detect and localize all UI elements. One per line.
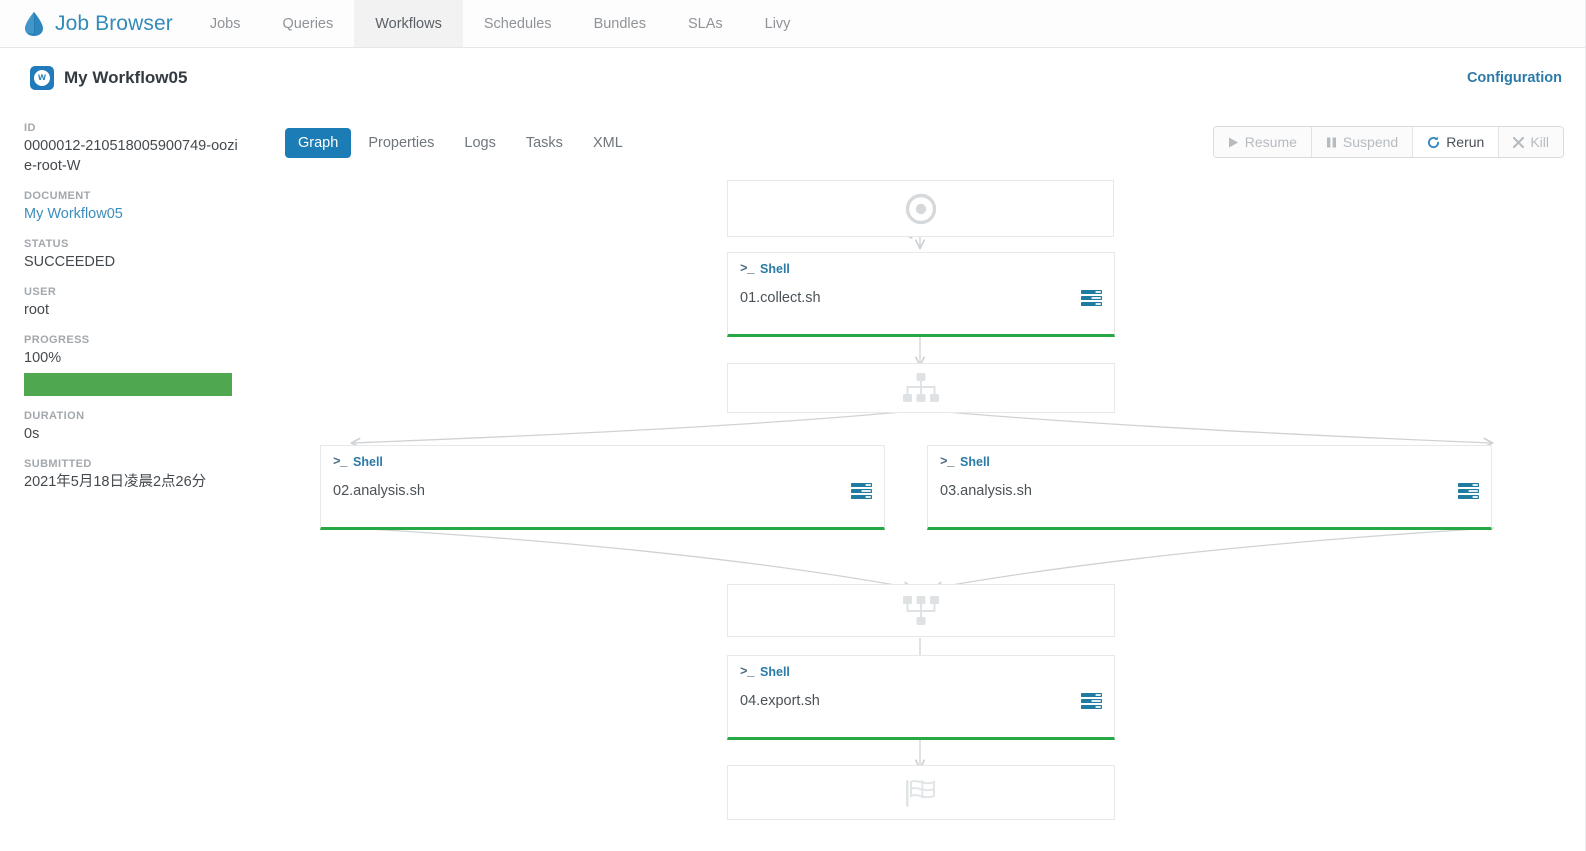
terminal-prompt-icon: >_ <box>740 262 755 276</box>
node-body: 02.analysis.sh <box>321 469 884 513</box>
nav-item-queries[interactable]: Queries <box>261 0 354 47</box>
graph-node-shell-03[interactable]: >_ Shell 03.analysis.sh <box>927 445 1492 530</box>
page-header: w My Workflow05 Configuration <box>0 48 1586 110</box>
resume-button[interactable]: Resume <box>1213 127 1312 157</box>
graph-node-start[interactable] <box>727 180 1114 237</box>
logs-icon[interactable] <box>1081 692 1102 710</box>
suspend-button[interactable]: Suspend <box>1311 127 1414 157</box>
page-title: My Workflow05 <box>64 68 188 87</box>
configuration-link[interactable]: Configuration <box>1467 70 1562 86</box>
meta-progress-value: 100% <box>24 350 62 366</box>
node-type-label: Shell <box>760 262 790 276</box>
meta-duration-value: 0s <box>24 426 40 442</box>
meta-submitted: SUBMITTED 2021年5月18日凌晨2点26分 <box>24 458 240 492</box>
top-navigation-bar: Job Browser Jobs Queries Workflows Sched… <box>0 0 1586 48</box>
node-name-label: 03.analysis.sh <box>940 483 1032 499</box>
kill-button[interactable]: Kill <box>1499 127 1563 157</box>
refresh-icon <box>1427 136 1440 149</box>
end-flag-icon <box>906 779 935 807</box>
meta-submitted-value: 2021年5月18日凌晨2点26分 <box>24 474 207 490</box>
graph-node-fork[interactable] <box>727 363 1115 413</box>
node-type-header: >_ Shell <box>728 253 1114 276</box>
start-target-icon <box>905 193 936 224</box>
nav-item-slas[interactable]: SLAs <box>667 0 744 47</box>
play-icon <box>1228 137 1239 148</box>
brand[interactable]: Job Browser <box>0 0 189 47</box>
progress-bar-fill <box>24 373 232 396</box>
node-type-header: >_ Shell <box>321 446 884 469</box>
meta-id: ID 0000012-210518005900749-oozie-root-W <box>24 122 240 176</box>
workflow-badge-icon: w <box>30 66 54 90</box>
tab-tasks[interactable]: Tasks <box>513 128 576 158</box>
node-type-label: Shell <box>760 665 790 679</box>
status-badge: SUCCEEDED <box>24 254 116 270</box>
nav-items: Jobs Queries Workflows Schedules Bundles… <box>189 0 812 47</box>
pause-icon <box>1326 137 1337 148</box>
nav-item-schedules[interactable]: Schedules <box>463 0 573 47</box>
workflow-tabs: Graph Properties Logs Tasks XML <box>285 128 636 158</box>
node-name-label: 01.collect.sh <box>740 290 821 306</box>
meta-id-label: ID <box>24 122 36 134</box>
node-body: 03.analysis.sh <box>928 469 1491 513</box>
meta-user-label: USER <box>24 286 57 298</box>
nav-item-livy[interactable]: Livy <box>744 0 812 47</box>
terminal-prompt-icon: >_ <box>740 665 755 679</box>
node-type-header: >_ Shell <box>728 656 1114 679</box>
nav-item-workflows[interactable]: Workflows <box>354 0 463 47</box>
workflow-title-group: w My Workflow05 <box>30 66 187 90</box>
job-browser-page: Job Browser Jobs Queries Workflows Sched… <box>0 0 1586 851</box>
progress-bar <box>24 373 232 396</box>
meta-document-label: DOCUMENT <box>24 190 91 202</box>
graph-node-end[interactable] <box>727 765 1115 820</box>
join-sitemap-icon <box>903 595 939 625</box>
meta-document: DOCUMENT My Workflow05 <box>24 190 240 224</box>
workflow-graph-canvas: >_ Shell 01.collect.sh >_ Shell 02.analy… <box>262 160 1586 851</box>
brand-title: Job Browser <box>55 11 173 35</box>
logs-icon[interactable] <box>1081 289 1102 307</box>
tab-properties[interactable]: Properties <box>355 128 447 158</box>
workflow-action-buttons: Resume Suspend Rerun Kill <box>1212 126 1564 158</box>
logs-icon[interactable] <box>1458 482 1479 500</box>
nav-item-bundles[interactable]: Bundles <box>573 0 667 47</box>
node-body: 04.export.sh <box>728 679 1114 723</box>
suspend-button-label: Suspend <box>1342 134 1399 150</box>
node-type-header: >_ Shell <box>928 446 1491 469</box>
logs-icon[interactable] <box>851 482 872 500</box>
meta-progress: PROGRESS 100% <box>24 334 240 396</box>
workflow-badge-letter: w <box>34 70 50 86</box>
terminal-prompt-icon: >_ <box>940 455 955 469</box>
node-name-label: 04.export.sh <box>740 693 820 709</box>
close-x-icon <box>1513 136 1525 148</box>
meta-duration: DURATION 0s <box>24 410 240 444</box>
meta-duration-label: DURATION <box>24 410 85 422</box>
meta-id-value: 0000012-210518005900749-oozie-root-W <box>24 138 238 174</box>
resume-button-label: Resume <box>1244 134 1297 150</box>
node-body: 01.collect.sh <box>728 276 1114 320</box>
rerun-button-label: Rerun <box>1446 134 1485 150</box>
node-name-label: 02.analysis.sh <box>333 483 425 499</box>
meta-status: STATUS SUCCEEDED <box>24 238 240 272</box>
meta-document-value[interactable]: My Workflow05 <box>24 204 240 224</box>
node-type-label: Shell <box>960 455 990 469</box>
fork-sitemap-icon <box>903 373 939 402</box>
meta-submitted-label: SUBMITTED <box>24 458 92 470</box>
hue-droplet-logo-icon <box>25 11 43 36</box>
rerun-button[interactable]: Rerun <box>1413 127 1500 157</box>
graph-node-join[interactable] <box>727 584 1115 637</box>
tab-graph[interactable]: Graph <box>285 128 352 158</box>
terminal-prompt-icon: >_ <box>333 455 348 469</box>
graph-node-shell-02[interactable]: >_ Shell 02.analysis.sh <box>320 445 885 530</box>
meta-progress-label: PROGRESS <box>24 334 90 346</box>
meta-user-value: root <box>24 302 49 318</box>
tab-xml[interactable]: XML <box>580 128 636 158</box>
node-type-label: Shell <box>353 455 383 469</box>
graph-node-shell-04[interactable]: >_ Shell 04.export.sh <box>727 655 1115 740</box>
graph-node-shell-01[interactable]: >_ Shell 01.collect.sh <box>727 252 1115 337</box>
meta-user: USER root <box>24 286 240 320</box>
tab-logs[interactable]: Logs <box>451 128 508 158</box>
kill-button-label: Kill <box>1530 134 1549 150</box>
meta-status-label: STATUS <box>24 238 69 250</box>
nav-item-jobs[interactable]: Jobs <box>189 0 262 47</box>
workflow-details-sidebar: ID 0000012-210518005900749-oozie-root-W … <box>0 110 262 851</box>
